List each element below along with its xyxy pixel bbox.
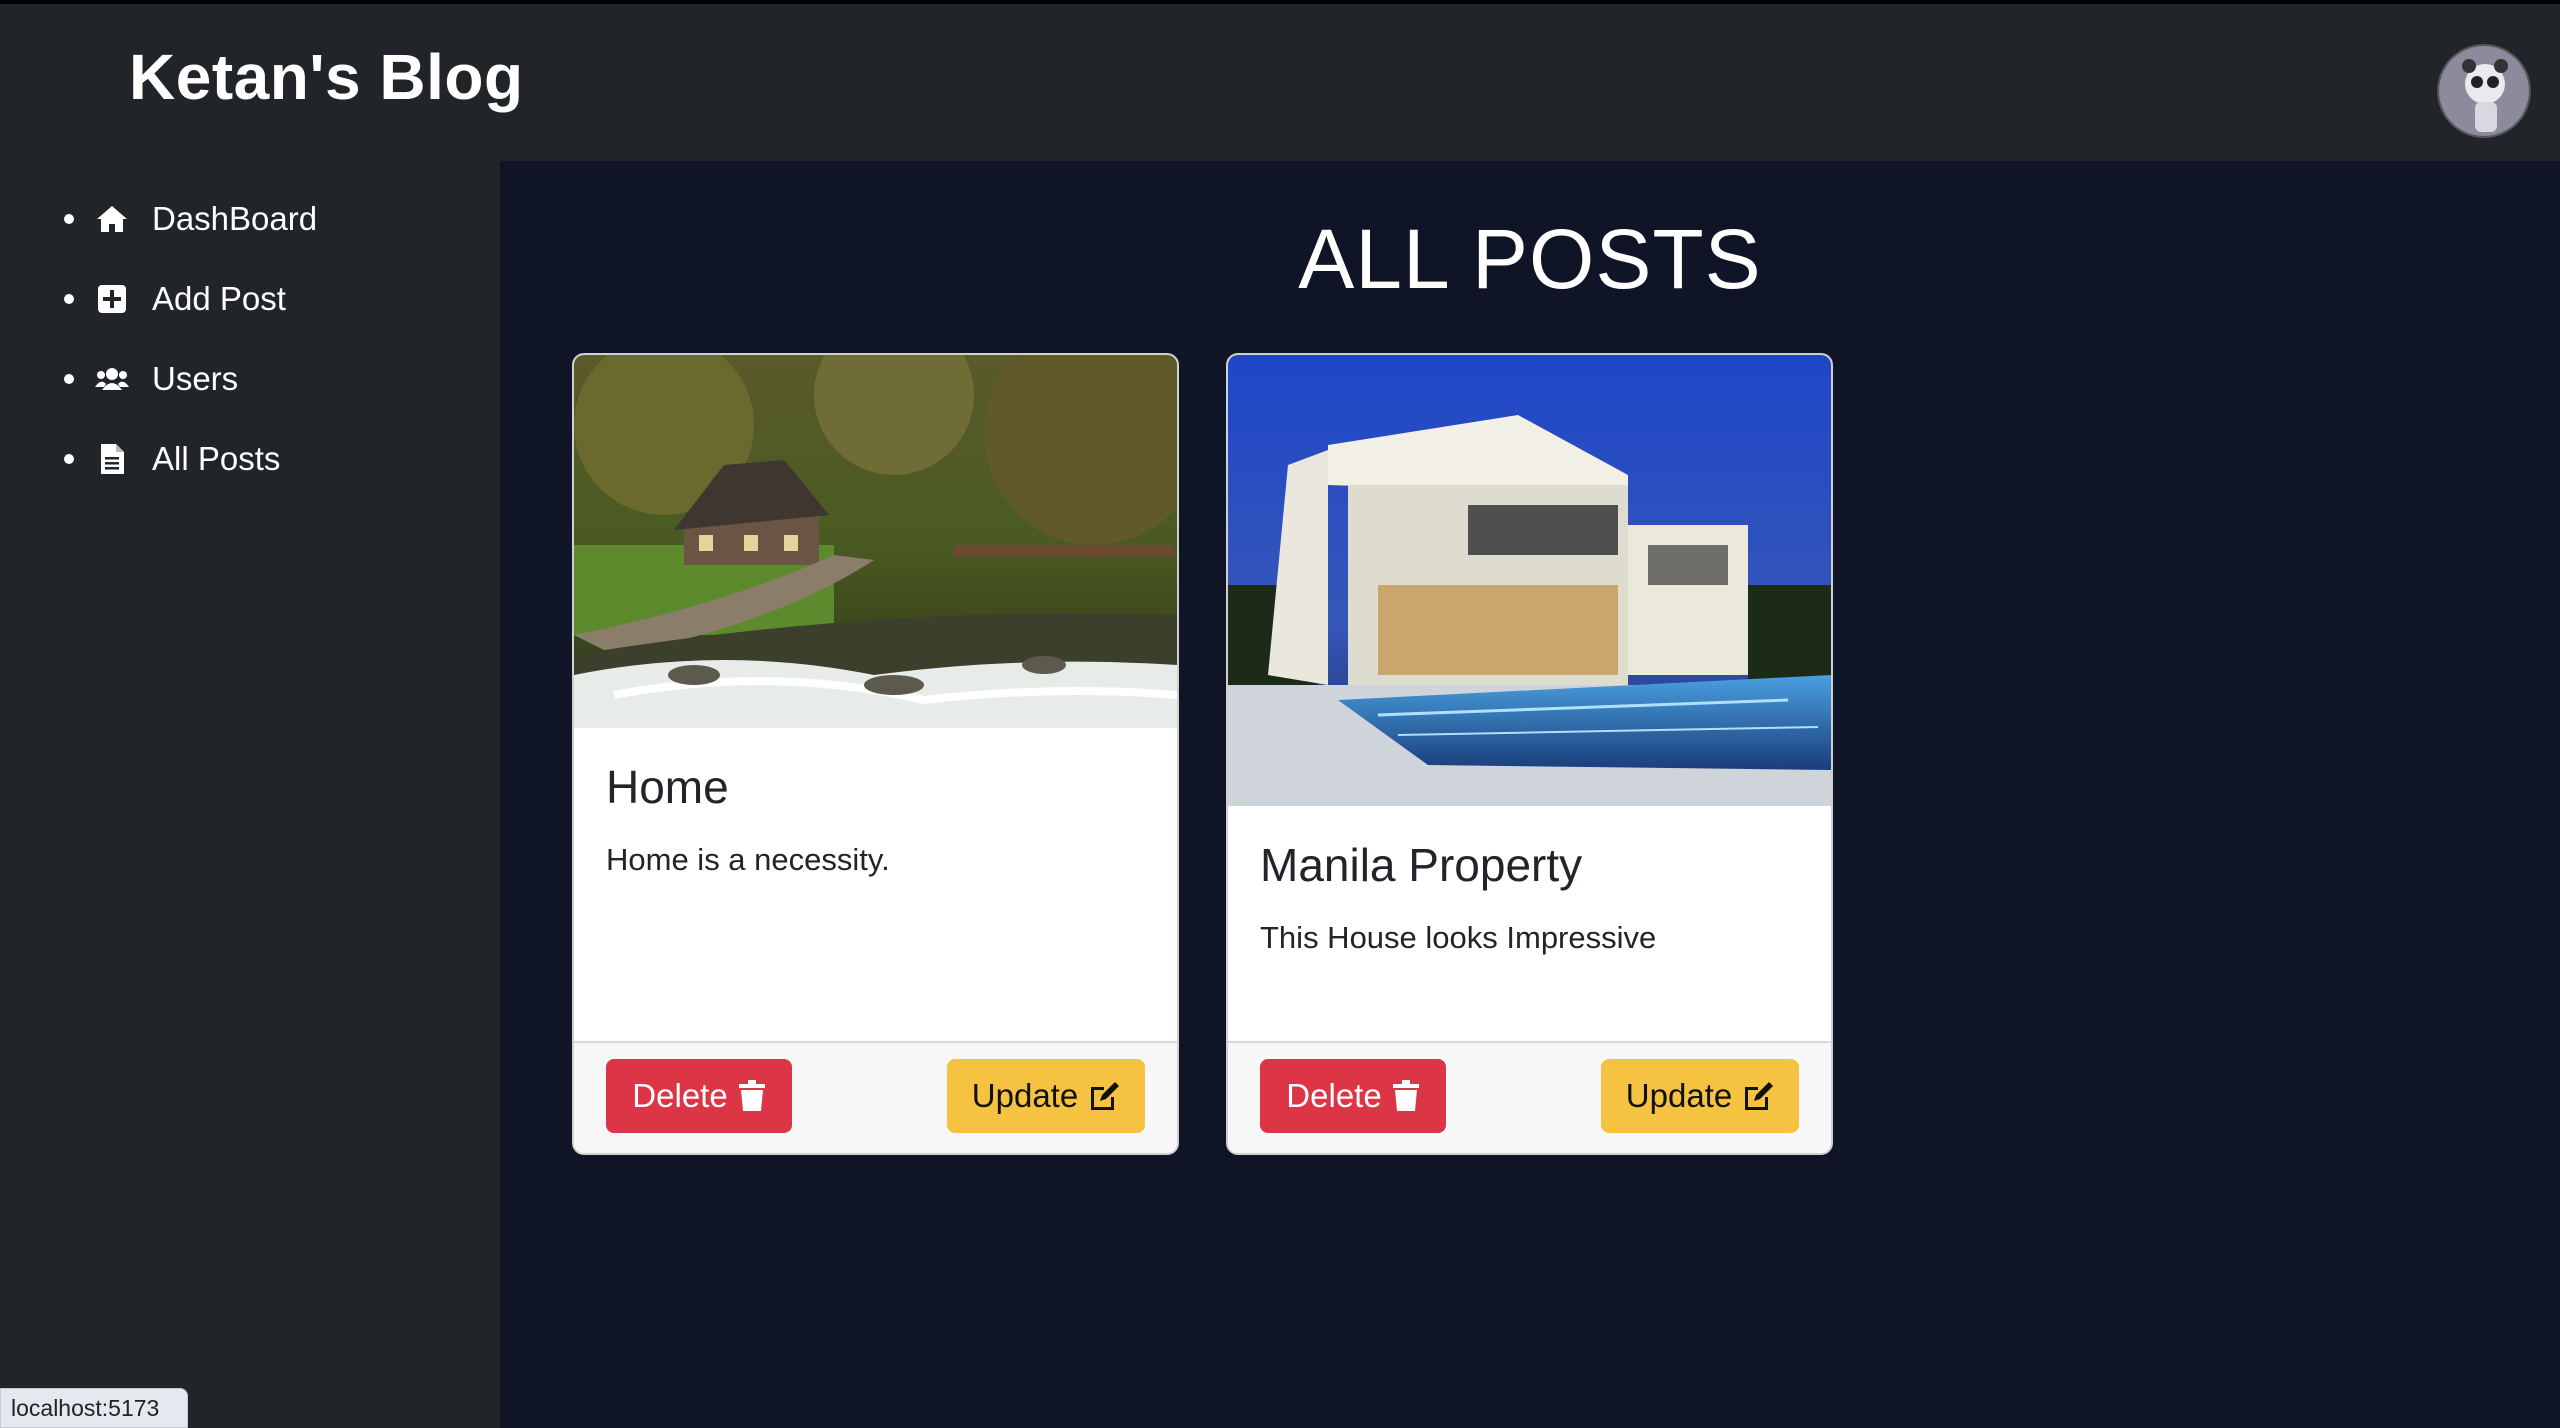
delete-button-label: Delete: [632, 1077, 728, 1114]
file-icon: [94, 441, 130, 477]
post-image-modern-villa: [1228, 355, 1831, 806]
users-icon: [94, 361, 130, 397]
user-avatar[interactable]: [2437, 44, 2531, 138]
post-title: Home: [606, 761, 729, 813]
main-content: ALL POSTS Home Home is a necessity. Dele…: [500, 161, 2560, 1428]
plus-square-icon: [94, 281, 130, 317]
update-button-label: Update: [971, 1077, 1079, 1114]
edit-icon: [1091, 1082, 1120, 1110]
list-bullet: [64, 214, 74, 224]
trash-icon: [738, 1080, 765, 1111]
sidebar-item-label: DashBoard: [152, 200, 318, 237]
update-button[interactable]: Update: [947, 1059, 1145, 1133]
update-button[interactable]: Update: [1601, 1059, 1799, 1133]
page-title: ALL POSTS: [1298, 212, 1762, 306]
sidebar-item-add-post[interactable]: Add Post: [64, 269, 286, 329]
brand-title[interactable]: Ketan's Blog: [129, 40, 524, 114]
delete-button[interactable]: Delete: [1260, 1059, 1446, 1133]
post-card: Home Home is a necessity. Delete Update: [572, 353, 1179, 1155]
list-bullet: [64, 294, 74, 304]
sidebar-item-users[interactable]: Users: [64, 349, 238, 409]
trash-icon: [1392, 1080, 1419, 1111]
update-button-label: Update: [1625, 1077, 1733, 1114]
sidebar-item-dashboard[interactable]: DashBoard: [64, 189, 317, 249]
sidebar-item-all-posts[interactable]: All Posts: [64, 429, 280, 489]
post-card-body: Home Home is a necessity.: [606, 760, 1145, 878]
status-url-bar: localhost:5173: [0, 1388, 188, 1428]
delete-button-label: Delete: [1286, 1077, 1382, 1114]
sidebar-item-label: Add Post: [152, 280, 286, 317]
top-navbar: Ketan's Blog: [0, 4, 2560, 161]
sidebar-item-label: Users: [152, 360, 239, 397]
edit-icon: [1745, 1082, 1774, 1110]
post-text: This House looks Impressive: [1260, 920, 1657, 955]
avatar-image: [2439, 46, 2529, 136]
list-bullet: [64, 374, 74, 384]
post-card: Manila Property This House looks Impress…: [1226, 353, 1833, 1155]
post-image-forest-cottage: [574, 355, 1177, 728]
post-card-body: Manila Property This House looks Impress…: [1260, 838, 1799, 956]
sidebar: DashBoard Add Post Users All Posts: [0, 161, 500, 1428]
post-card-footer: Delete Update: [574, 1041, 1177, 1153]
list-bullet: [64, 454, 74, 464]
post-text: Home is a necessity.: [606, 842, 890, 877]
delete-button[interactable]: Delete: [606, 1059, 792, 1133]
post-card-footer: Delete Update: [1228, 1041, 1831, 1153]
sidebar-item-label: All Posts: [152, 440, 281, 477]
home-icon: [94, 201, 130, 237]
post-title: Manila Property: [1260, 839, 1583, 891]
